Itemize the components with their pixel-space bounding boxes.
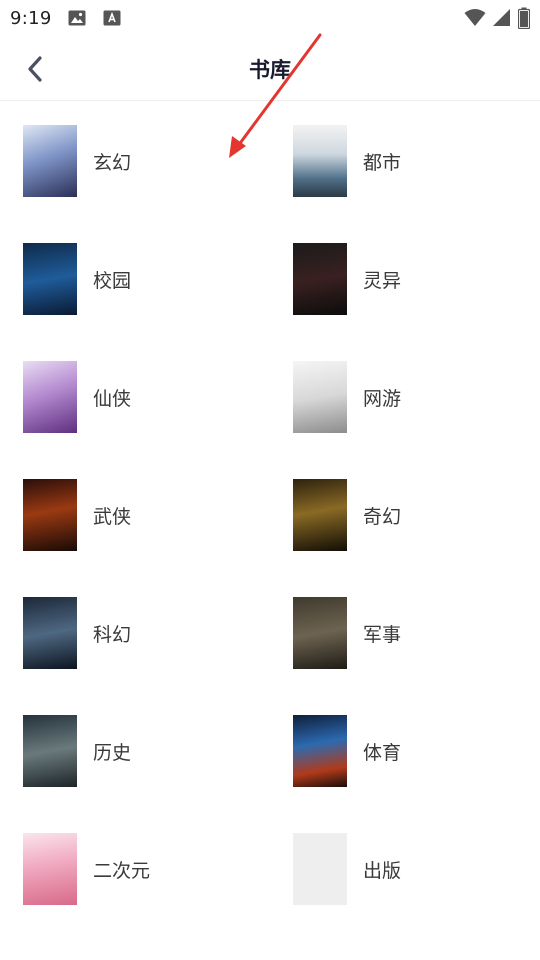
status-bar: 9:19 [0,0,540,38]
book-cover [293,715,347,787]
book-cover [23,361,77,433]
category-item[interactable]: 网游 [293,361,533,433]
category-label: 二次元 [93,859,151,882]
category-item[interactable]: 都市 [293,125,533,197]
app-notification-icon [103,10,121,26]
category-label: 都市 [363,151,402,174]
category-grid: 玄幻 都市 校园 灵异 仙侠 网游 武侠 奇幻 科幻 军事 历史 体育 二次元 … [0,101,540,927]
category-item[interactable]: 奇幻 [293,479,533,551]
wifi-icon [464,9,486,26]
category-label: 出版 [363,859,402,882]
category-label: 体育 [363,741,402,764]
category-item[interactable]: 出版 [293,833,533,905]
status-time: 9:19 [10,8,52,29]
book-cover [293,833,347,905]
category-label: 军事 [363,623,402,646]
category-label: 校园 [93,269,132,292]
grid-row: 历史 体育 [0,691,540,809]
category-label: 灵异 [363,269,402,292]
category-label: 历史 [93,741,132,764]
category-item[interactable]: 武侠 [23,479,263,551]
book-cover [23,125,77,197]
category-item[interactable]: 仙侠 [23,361,263,433]
image-notification-icon [68,10,86,26]
book-cover [23,833,77,905]
category-item[interactable]: 科幻 [23,597,263,669]
book-cover [23,597,77,669]
category-label: 仙侠 [93,387,132,410]
grid-row: 武侠 奇幻 [0,455,540,573]
category-label: 奇幻 [363,505,402,528]
signal-icon [493,9,510,26]
book-cover [293,125,347,197]
category-label: 玄幻 [93,151,132,174]
grid-row: 仙侠 网游 [0,337,540,455]
book-cover [293,597,347,669]
category-label: 科幻 [93,623,132,646]
book-cover [23,479,77,551]
grid-row: 校园 灵异 [0,219,540,337]
category-item[interactable]: 体育 [293,715,533,787]
book-cover [293,243,347,315]
category-item[interactable]: 二次元 [23,833,263,905]
category-item[interactable]: 军事 [293,597,533,669]
battery-icon [518,7,530,29]
grid-row: 二次元 出版 [0,809,540,927]
book-cover [23,715,77,787]
category-label: 武侠 [93,505,132,528]
grid-row: 科幻 军事 [0,573,540,691]
category-item[interactable]: 灵异 [293,243,533,315]
grid-row: 玄幻 都市 [0,101,540,219]
book-cover [23,243,77,315]
status-icons [464,7,530,29]
header: 书库 [0,38,540,101]
category-item[interactable]: 校园 [23,243,263,315]
book-cover [293,479,347,551]
page-title: 书库 [249,58,291,82]
category-label: 网游 [363,387,402,410]
book-cover [293,361,347,433]
category-item[interactable]: 历史 [23,715,263,787]
category-item[interactable]: 玄幻 [23,125,263,197]
